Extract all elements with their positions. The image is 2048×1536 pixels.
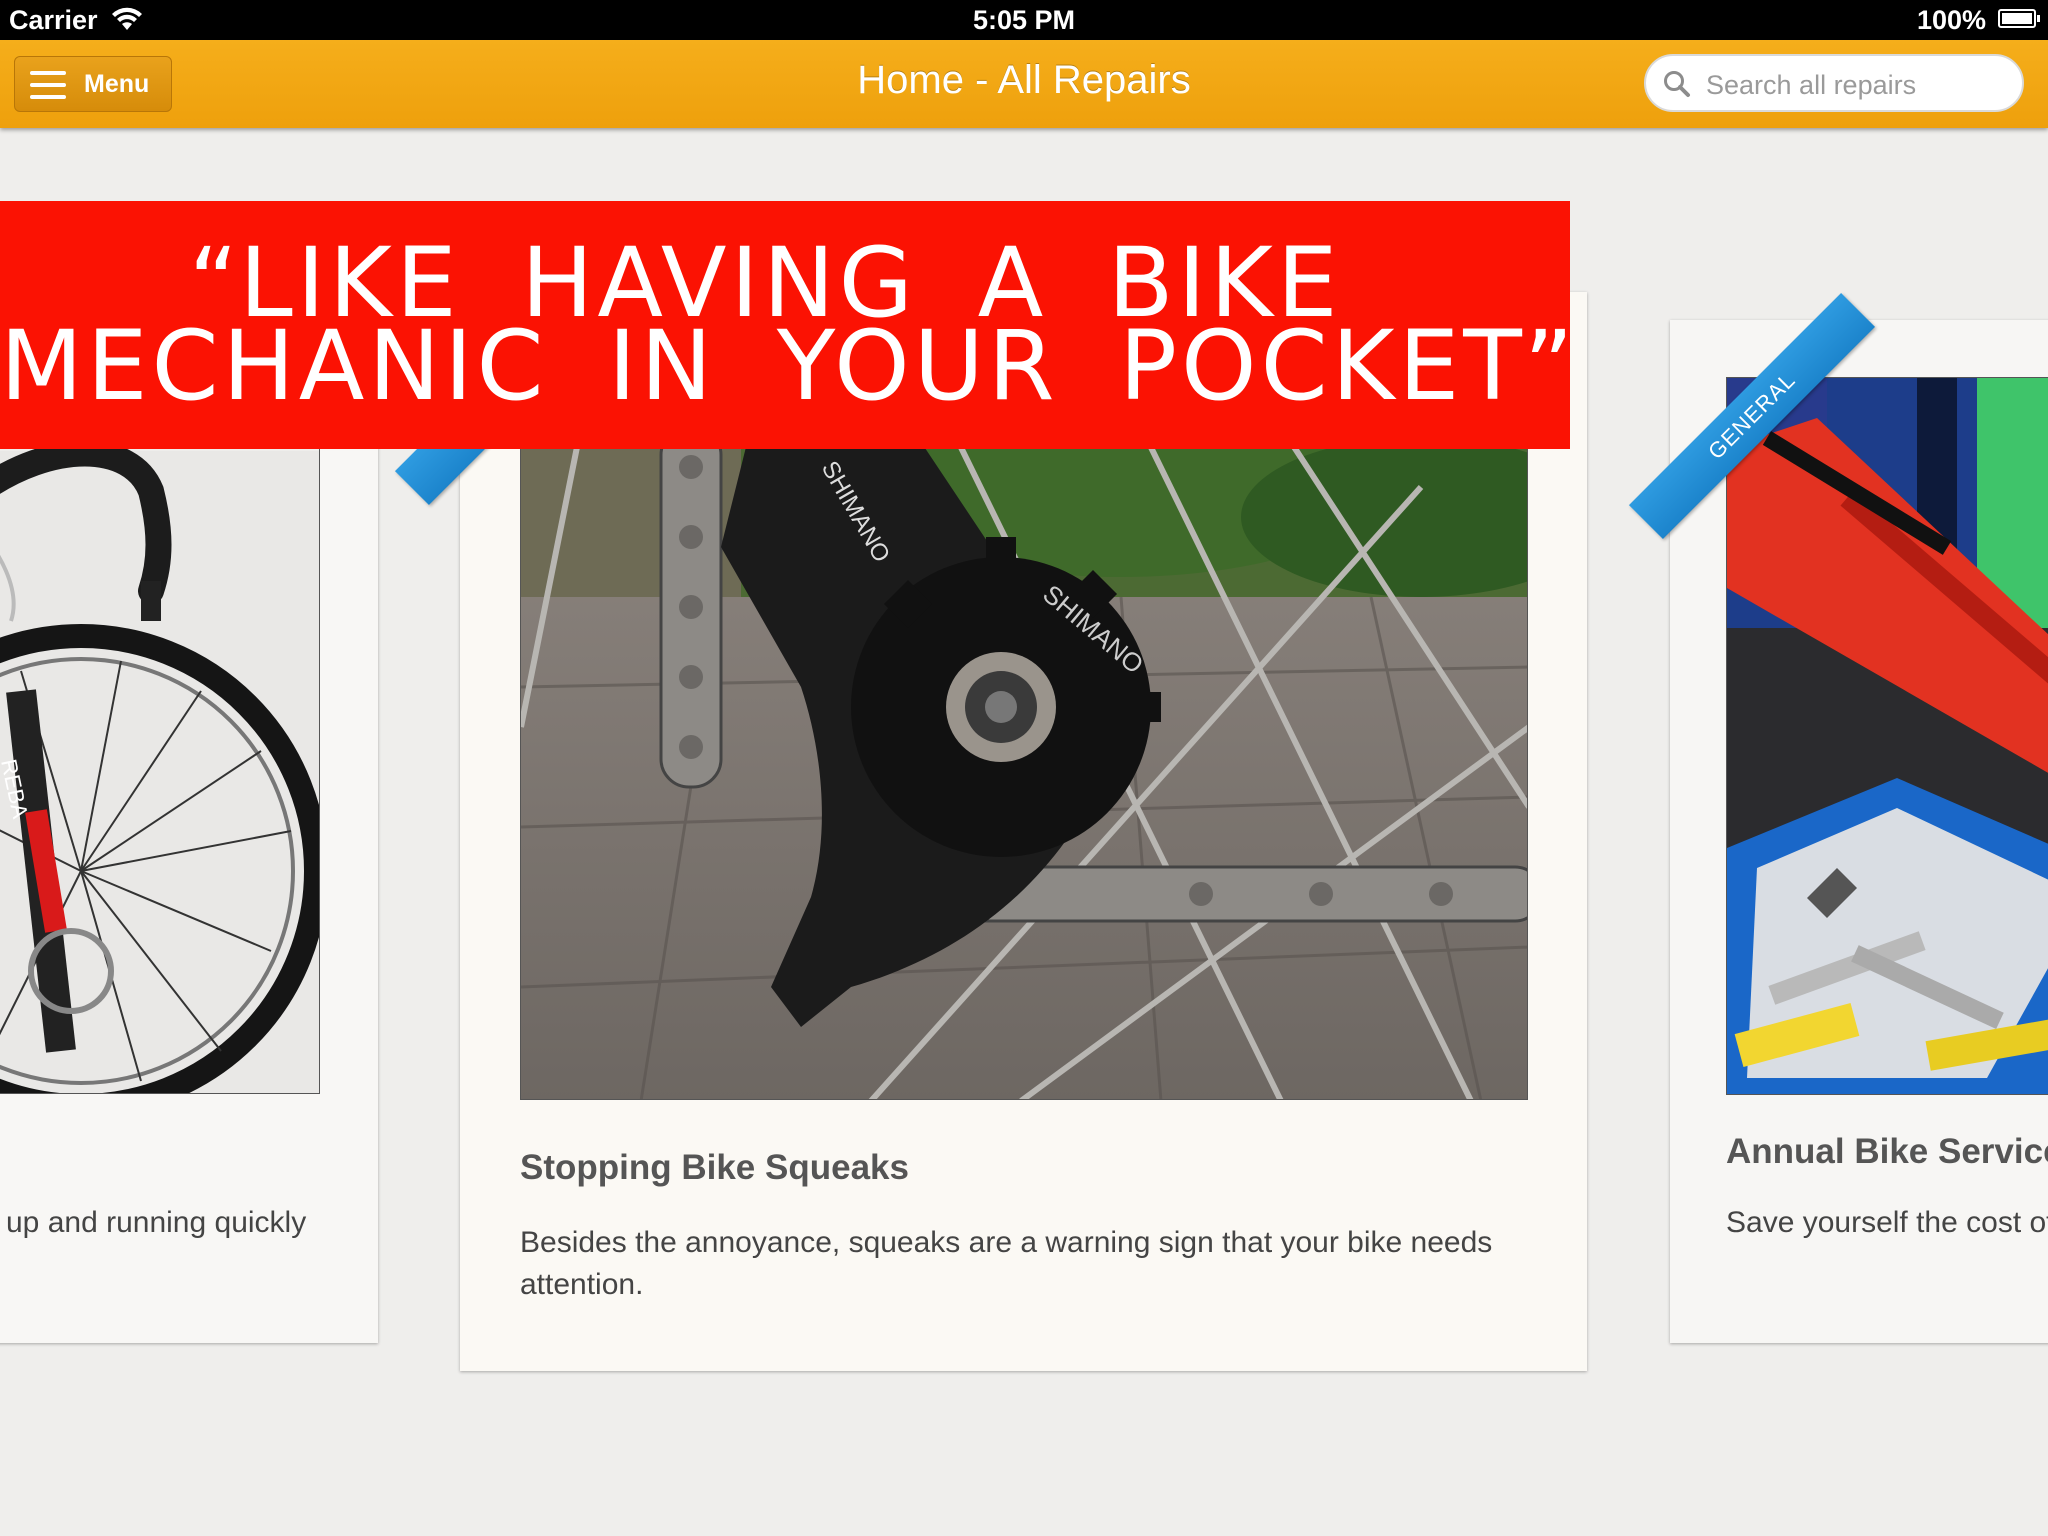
search-icon — [1664, 71, 1690, 97]
category-ribbon: GENERAL — [1628, 292, 1908, 556]
promo-banner: “LIKE HAVING A BIKE MECHANIC IN YOUR POC… — [0, 201, 1578, 449]
repair-card-description: up and running quickly — [6, 1206, 307, 1239]
repair-card-title: Annual Bike Service — [1726, 1132, 2048, 1171]
battery-icon — [1998, 9, 2040, 28]
search-input[interactable] — [1704, 66, 2008, 104]
clock: 5:05 PM — [972, 5, 1076, 35]
repair-card-description: Save yourself the cost of — [1726, 1206, 2048, 1239]
promo-line-2: MECHANIC IN YOUR POCKET” — [0, 310, 1578, 422]
repair-card-description: Besides the annoyance, squeaks are a war… — [520, 1226, 1493, 1301]
category-ribbon-label: GENERAL — [1628, 292, 1876, 540]
repair-card-annual-bike-service[interactable]: GENERAL Annual Bike Service Save yoursel… — [1628, 292, 2048, 1343]
status-bar: Carrier 5:05 PM 100% — [0, 0, 2048, 40]
search-field[interactable] — [1644, 54, 2024, 112]
battery-percent: 100% — [1916, 5, 1986, 35]
repair-photo-derailleur: SHIMANO SHIMANO — [520, 426, 1528, 1100]
repair-card-title: Stopping Bike Squeaks — [520, 1148, 909, 1187]
navigation-bar: Menu Home - All Repairs — [0, 40, 2048, 128]
repair-card-stopping-bike-squeaks[interactable]: SHIMANO SHIMANO Stopping Bike Squeaks Be… — [394, 258, 1587, 1371]
